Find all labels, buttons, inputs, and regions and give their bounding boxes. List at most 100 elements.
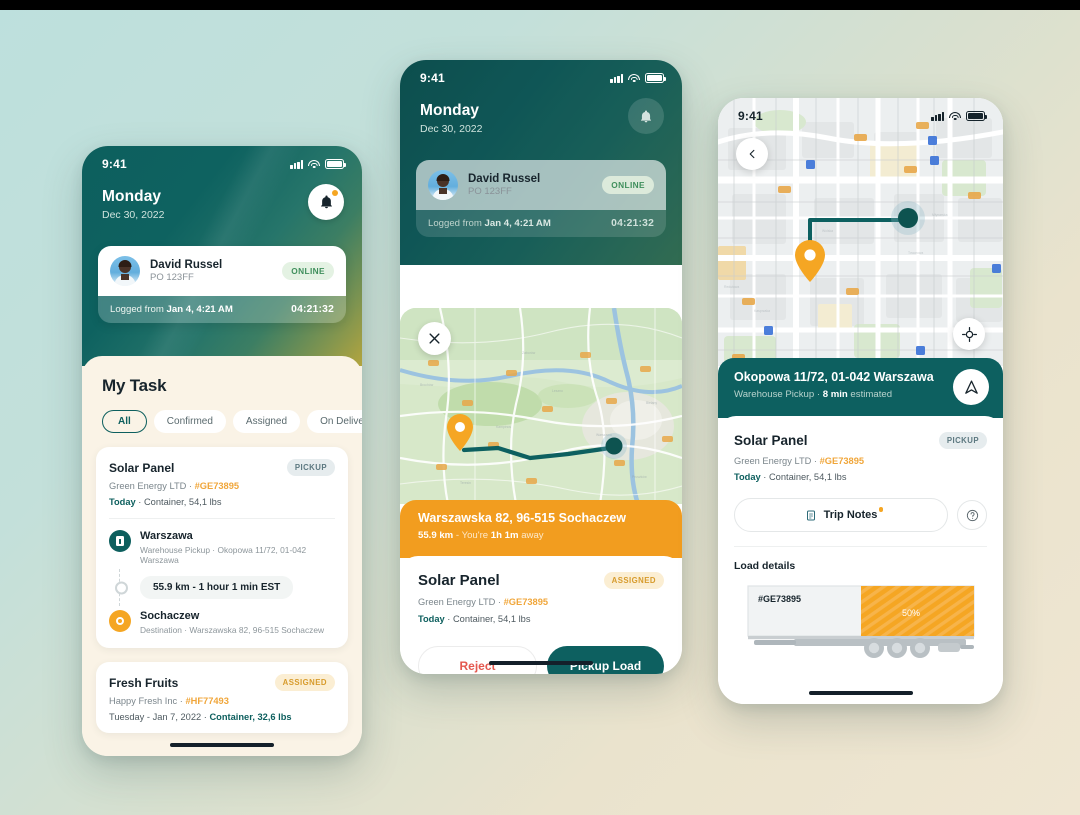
banner-eta: 8 min [822,389,848,400]
route-origin: Warszawa Warehouse Pickup · Okopowa 11/7… [109,530,335,565]
task-card-solar-panel[interactable]: Solar Panel PICKUP Green Energy LTD · #G… [96,447,348,648]
driver-card-logged-row: Logged from Jan 4, 4:21 AM 04:21:32 [98,296,346,323]
task-card-fresh-fruits[interactable]: Fresh Fruits ASSIGNED Happy Fresh Inc · … [96,662,348,733]
wifi-icon [308,159,320,169]
signal-icon [931,111,944,121]
close-map-button[interactable] [418,322,451,355]
load-meta-row: Today · Container, 54,1 lbs [734,472,847,482]
status-badge: ONLINE [602,176,654,194]
dest-address: Destination · Warszawska 82, 96-515 Soch… [140,625,325,635]
filter-chip-confirmed[interactable]: Confirmed [153,410,226,433]
status-time: 9:41 [738,109,763,123]
wifi-icon [628,73,640,83]
task-title: Fresh Fruits [109,675,179,690]
load-container: Container, 54,1 lbs [768,472,847,482]
notification-bell-button[interactable] [628,98,664,134]
battery-icon [325,159,346,169]
origin-type: Warehouse Pickup [140,545,210,555]
banner-sep: - You're [453,530,491,541]
svg-text:Towarowa: Towarowa [908,251,923,255]
logged-time: Jan 4, 4:21 AM [484,218,551,229]
back-button[interactable] [736,138,768,170]
help-button[interactable] [957,500,987,530]
battery-icon [645,73,666,83]
load-title: Solar Panel [418,572,500,589]
locate-icon [961,326,977,342]
driver-card[interactable]: David Russel PO 123FF ONLINE Logged from… [98,246,346,323]
load-when: Today [418,614,445,624]
filter-chip-group: All Confirmed Assigned On Delivery [82,396,362,433]
load-company: Green Energy LTD [418,597,496,607]
banner-eta-suffix: estimated [847,389,893,400]
task-card-header: Fresh Fruits ASSIGNED Happy Fresh Inc · … [96,662,348,733]
task-company: Happy Fresh Inc [109,696,178,706]
task-when: Today [109,497,136,507]
pickup-load-button[interactable]: Pickup Load [547,646,664,674]
svg-text:Wolska: Wolska [822,229,833,233]
start-navigation-button[interactable] [953,369,989,405]
filter-chip-on-delivery[interactable]: On Delivery [307,410,362,433]
trip-notes-button[interactable]: Trip Notes [734,498,948,532]
load-badge: ASSIGNED [603,572,664,589]
screenshot-canvas: 9:41 Monday Dec 30, 2022 David Russel PO… [0,0,1080,815]
trailer-svg: #GE73895 50% [747,585,975,658]
task-title: Solar Panel [109,460,175,475]
bell-badge-dot [332,190,338,196]
task-meta-row: Tuesday - Jan 7, 2022 · Container, 32,6 … [109,712,292,722]
load-meta-row: Today · Container, 54,1 lbs [418,614,531,624]
task-card-header: Solar Panel PICKUP Green Energy LTD · #G… [96,447,348,518]
question-mark-icon [966,509,978,521]
filter-chip-all[interactable]: All [102,410,147,433]
phone2-date-block: Monday Dec 30, 2022 [420,102,482,135]
logged-from-text: Logged from Jan 4, 4:21 AM [428,218,551,229]
svg-text:Kampinos: Kampinos [496,425,511,429]
load-ref: #GE73895 [503,597,549,607]
trip-notes-label: Trip Notes [823,509,878,521]
phone-2-load-offer: 9:41 Monday Dec 30, 2022 David Russel PO… [400,60,682,674]
avatar [428,170,458,200]
driver-card[interactable]: David Russel PO 123FF ONLINE Logged from… [416,160,666,237]
load-offer-sheet: Solar Panel ASSIGNED Green Energy LTD · … [400,556,682,674]
notification-bell-button[interactable] [308,184,344,220]
driver-card-top: David Russel PO 123FF ONLINE [98,246,346,296]
filter-chip-assigned[interactable]: Assigned [232,410,301,433]
route-map[interactable]: Brochów Kampinos Leszno Warszawa Teresin Pru… [400,308,682,504]
destination-pin-icon [109,610,131,632]
banner-distance: 55.9 km [418,530,454,541]
task-company-row: Green Energy LTD · #GE73895 [109,481,240,491]
svg-text:Teresin: Teresin [460,481,471,485]
signal-icon [610,73,623,83]
load-company: Green Energy LTD [734,456,812,466]
warehouse-icon [109,530,131,552]
banner-sep: · [814,389,823,400]
status-badge: ONLINE [282,262,334,280]
phone1-date-block: Monday Dec 30, 2022 [102,188,164,221]
bell-icon [640,109,652,122]
chevron-left-icon [749,149,754,159]
banner-eta-row: Warehouse Pickup · 8 min estimated [734,389,934,400]
load-company-row: Green Energy LTD · #GE73895 [734,456,865,466]
phone1-task-sheet: My Task All Confirmed Assigned On Delive… [82,356,362,756]
svg-text:Brochów: Brochów [420,383,434,387]
session-timer: 04:21:32 [611,218,654,229]
phone1-status-bar: 9:41 [82,146,362,176]
origin-address: Warehouse Pickup · Okopowa 11/72, 01-042… [140,545,307,565]
header-day: Monday [420,102,480,119]
phone-3-navigation: OkopowaWolskaTowarowa KasprzakaMłynarska… [718,98,1003,704]
status-time: 9:41 [420,71,445,85]
task-meta-row: Today · Container, 54,1 lbs [109,497,222,507]
dest-type: Destination [140,625,182,635]
phone3-status-bar: 9:41 [718,98,1003,128]
header-date: Dec 30, 2022 [102,209,165,221]
dest-name: Sochaczew [140,610,200,622]
reject-button[interactable]: Reject [418,646,537,674]
navigation-map[interactable]: OkopowaWolskaTowarowa KasprzakaMłynarska… [718,98,1003,366]
phone2-status-bar: 9:41 [400,60,682,90]
driver-name: David Russel [150,258,223,271]
top-black-bar [0,0,1080,10]
header-date: Dec 30, 2022 [420,123,483,135]
svg-text:Pruszków: Pruszków [632,475,647,479]
route-destination: Sochaczew Destination · Warszawska 82, 9… [109,610,335,635]
banner-away: away [518,530,544,541]
locate-me-button[interactable] [953,318,985,350]
